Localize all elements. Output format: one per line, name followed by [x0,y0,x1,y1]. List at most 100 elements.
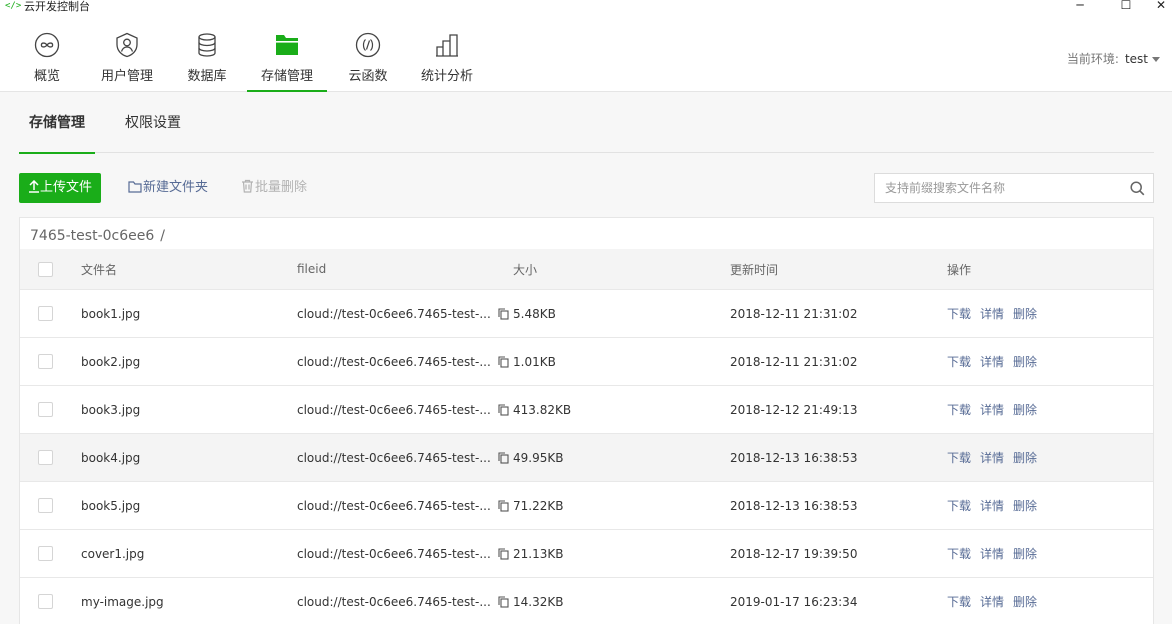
column-header-name: 文件名 [81,262,118,277]
database-icon [198,33,216,57]
copy-icon[interactable] [498,499,509,512]
upload-icon [28,179,39,193]
breadcrumb-root[interactable]: 7465-test-0c6ee6 [30,228,154,244]
maximize-button[interactable]: ☐ [1106,0,1146,14]
breadcrumb: 7465-test-0c6ee6 / [30,228,165,244]
upload-file-label: 上传文件 [39,180,92,195]
storage-tabs: 存储管理 权限设置 [19,92,1154,154]
row-checkbox[interactable] [38,450,53,465]
download-link[interactable]: 下载 [947,305,971,322]
table-row: book3.jpg cloud://test-0c6ee6.7465-test-… [20,385,1153,433]
file-size: 5.48KB [513,306,556,321]
file-name: book2.jpg [81,354,141,369]
delete-link[interactable]: 删除 [1013,497,1037,514]
new-folder-button[interactable]: 新建文件夹 [128,173,208,203]
file-updated-time: 2018-12-13 16:38:53 [730,498,858,513]
select-all-checkbox[interactable] [38,262,53,277]
details-link[interactable]: 详情 [980,353,1004,370]
file-id: cloud://test-0c6ee6.7465-test-... [297,354,491,369]
download-link[interactable]: 下载 [947,497,971,514]
file-updated-time: 2018-12-12 21:49:13 [730,402,858,417]
download-link[interactable]: 下载 [947,449,971,466]
nav-database-label: 数据库 [187,69,227,84]
tab-permissions[interactable]: 权限设置 [125,92,181,153]
folder-outline-icon [128,181,142,193]
table-row: my-image.jpg cloud://test-0c6ee6.7465-te… [20,577,1153,624]
download-link[interactable]: 下载 [947,545,971,562]
file-id: cloud://test-0c6ee6.7465-test-... [297,306,491,321]
environment-label: 当前环境: [1066,52,1119,66]
delete-link[interactable]: 删除 [1013,545,1037,562]
table-row: book1.jpg cloud://test-0c6ee6.7465-test-… [20,289,1153,337]
download-link[interactable]: 下载 [947,593,971,610]
row-checkbox[interactable] [38,594,53,609]
details-link[interactable]: 详情 [980,305,1004,322]
chevron-down-icon [1152,57,1160,62]
file-name: my-image.jpg [81,594,164,609]
delete-link[interactable]: 删除 [1013,401,1037,418]
copy-icon[interactable] [498,595,509,608]
file-size: 1.01KB [513,354,556,369]
app-logo-icon: </> [5,1,22,11]
nav-analytics-label: 统计分析 [420,69,473,84]
batch-delete-label: 批量删除 [255,180,308,195]
row-checkbox[interactable] [38,354,53,369]
copy-icon[interactable] [498,307,509,320]
minimize-button[interactable]: ─ [1060,0,1100,14]
download-link[interactable]: 下载 [947,401,971,418]
file-updated-time: 2019-01-17 16:23:34 [730,594,858,609]
file-id: cloud://test-0c6ee6.7465-test-... [297,450,491,465]
copy-icon[interactable] [498,451,509,464]
nav-overview[interactable]: 概览 [27,28,67,92]
batch-delete-button[interactable]: 批量删除 [241,173,307,203]
environment-value: test [1124,52,1148,66]
nav-users-label: 用户管理 [100,69,153,84]
details-link[interactable]: 详情 [980,401,1004,418]
row-checkbox[interactable] [38,306,53,321]
details-link[interactable]: 详情 [980,449,1004,466]
details-link[interactable]: 详情 [980,545,1004,562]
window-titlebar: </> 云开发控制台 ─ ☐ ✕ [0,0,1172,14]
copy-icon[interactable] [498,403,509,416]
upload-file-button[interactable]: 上传文件 [19,173,101,203]
row-checkbox[interactable] [38,402,53,417]
copy-icon[interactable] [498,355,509,368]
copy-icon[interactable] [498,547,509,560]
delete-link[interactable]: 删除 [1013,353,1037,370]
row-checkbox[interactable] [38,498,53,513]
nav-overview-label: 概览 [33,69,60,84]
tab-storage[interactable]: 存储管理 [19,92,95,154]
nav-functions[interactable]: 云函数 [346,28,390,92]
window-title: 云开发控制台 [24,0,90,13]
close-button[interactable]: ✕ [1150,0,1172,14]
search-icon[interactable] [1130,181,1145,196]
function-icon [355,32,381,58]
file-updated-time: 2018-12-11 21:31:02 [730,306,858,321]
column-header-updated: 更新时间 [730,262,779,277]
nav-users[interactable]: 用户管理 [97,28,157,92]
file-updated-time: 2018-12-17 19:39:50 [730,546,858,561]
details-link[interactable]: 详情 [980,497,1004,514]
nav-storage-label: 存储管理 [260,69,313,84]
nav-database[interactable]: 数据库 [185,28,229,92]
file-search-input[interactable] [875,174,1123,202]
trash-icon [242,179,253,193]
environment-selector[interactable]: 当前环境: test [1067,50,1160,67]
breadcrumb-separator: / [160,228,165,244]
bar-chart-icon [436,34,458,57]
file-size: 413.82KB [513,402,572,417]
row-checkbox[interactable] [38,546,53,561]
delete-link[interactable]: 删除 [1013,449,1037,466]
delete-link[interactable]: 删除 [1013,305,1037,322]
file-id: cloud://test-0c6ee6.7465-test-... [297,498,491,513]
file-size: 49.95KB [513,450,564,465]
delete-link[interactable]: 删除 [1013,593,1037,610]
file-name: book4.jpg [81,450,141,465]
nav-analytics[interactable]: 统计分析 [418,28,476,92]
folder-icon [276,35,298,55]
table-row: book4.jpg cloud://test-0c6ee6.7465-test-… [20,433,1153,481]
download-link[interactable]: 下载 [947,353,971,370]
table-row: book5.jpg cloud://test-0c6ee6.7465-test-… [20,481,1153,529]
nav-storage[interactable]: 存储管理 [247,28,327,92]
details-link[interactable]: 详情 [980,593,1004,610]
